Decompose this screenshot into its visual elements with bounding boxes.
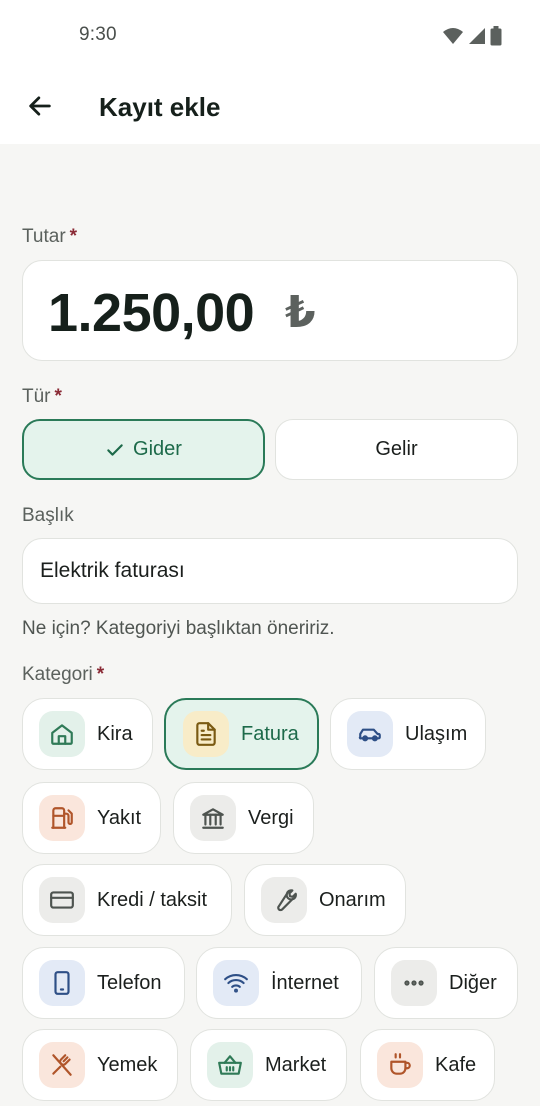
chip-label: Ulaşım — [405, 722, 468, 745]
car-icon — [347, 711, 393, 757]
required-mark: * — [69, 226, 78, 247]
title-input[interactable] — [22, 538, 518, 604]
category-chip-telefon[interactable]: Telefon — [22, 947, 185, 1019]
check-icon — [105, 440, 125, 460]
type-label: Tür * — [22, 386, 62, 408]
chip-label: İnternet — [271, 971, 339, 994]
chip-label: Telefon — [97, 971, 162, 994]
chip-label: Diğer — [449, 971, 497, 994]
category-chip-yemek[interactable]: Yemek — [22, 1029, 178, 1101]
required-mark: * — [54, 386, 62, 407]
title-label: Başlık — [22, 505, 74, 526]
category-chip-yakit[interactable]: Yakıt — [22, 782, 161, 854]
wifi-signal-icon — [443, 28, 463, 44]
amount-value: 1.250,00 — [48, 283, 255, 343]
basket-icon — [207, 1042, 253, 1088]
arrow-left-icon — [29, 96, 51, 116]
type-label-text: Tür — [22, 386, 51, 407]
chip-label: Onarım — [319, 888, 386, 911]
title-hint: Ne için? Kategoriyi başlıktan öneririz. — [22, 618, 335, 639]
back-button[interactable] — [20, 86, 60, 126]
category-chip-onarim[interactable]: Onarım — [244, 864, 406, 936]
expense-toggle[interactable]: Gider — [22, 419, 265, 480]
category-chip-market[interactable]: Market — [190, 1029, 347, 1101]
more-icon — [391, 960, 437, 1006]
document-icon — [183, 711, 229, 757]
expense-label: Gider — [133, 438, 182, 460]
amount-label: Tutar * — [22, 226, 77, 248]
bank-icon — [190, 795, 236, 841]
phone-icon — [39, 960, 85, 1006]
category-chip-kredi[interactable]: Kredi / taksit — [22, 864, 232, 936]
category-chip-vergi[interactable]: Vergi — [173, 782, 314, 854]
income-label: Gelir — [375, 438, 418, 460]
amount-field[interactable]: 1.250,00 ₺ — [22, 260, 518, 361]
chip-label: Market — [265, 1053, 327, 1076]
currency-symbol: ₺ — [285, 288, 316, 337]
income-toggle[interactable]: Gelir — [275, 419, 518, 480]
status-time: 9:30 — [79, 24, 117, 45]
chip-label: Kredi / taksit — [97, 888, 208, 911]
chip-label: Kira — [97, 722, 133, 745]
amount-label-text: Tutar — [22, 226, 66, 247]
category-chip-fatura[interactable]: Fatura — [164, 698, 319, 770]
chip-label: Yakıt — [97, 806, 142, 829]
cell-signal-icon — [469, 28, 485, 44]
page-title: Kayıt ekle — [99, 92, 221, 122]
fuel-icon — [39, 795, 85, 841]
category-chip-internet[interactable]: İnternet — [196, 947, 362, 1019]
required-mark: * — [96, 664, 105, 685]
chip-label: Fatura — [241, 722, 299, 745]
chip-label: Yemek — [97, 1053, 158, 1076]
status-icons — [442, 26, 502, 46]
category-chip-diger[interactable]: Diğer — [374, 947, 518, 1019]
app-bar: Kayıt ekle — [0, 72, 540, 144]
category-chip-kira[interactable]: Kira — [22, 698, 153, 770]
chip-label: Vergi — [248, 806, 294, 829]
credit-card-icon — [39, 877, 85, 923]
home-icon — [39, 711, 85, 757]
chip-label: Kafe — [435, 1053, 477, 1076]
category-label: Kategori * — [22, 664, 104, 686]
utensils-icon — [39, 1042, 85, 1088]
category-chip-kafe[interactable]: Kafe — [360, 1029, 495, 1101]
wifi-icon — [213, 960, 259, 1006]
coffee-icon — [377, 1042, 423, 1088]
category-label-text: Kategori — [22, 664, 93, 685]
wrench-icon — [261, 877, 307, 923]
battery-icon — [490, 26, 502, 46]
category-chip-ulasim[interactable]: Ulaşım — [330, 698, 486, 770]
status-bar: 9:30 — [0, 0, 540, 72]
